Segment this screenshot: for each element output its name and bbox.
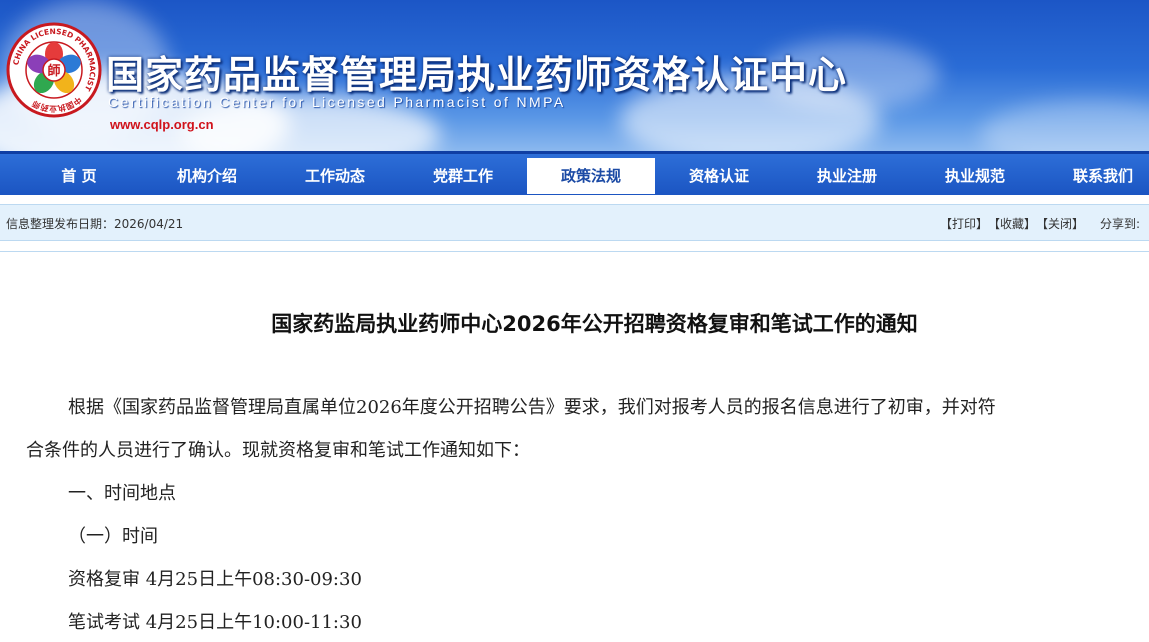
article-title: 国家药监局执业药师中心2026年公开招聘资格复审和笔试工作的通知	[271, 312, 918, 336]
share-label[interactable]: 分享到:	[1100, 217, 1140, 231]
divider	[0, 251, 1149, 252]
schedule-item-review: 资格复审 4月25日上午08:30-09:30	[68, 569, 362, 590]
logo-center-char: 師	[47, 63, 60, 79]
site-title: 国家药品监督管理局执业药师资格认证中心	[106, 53, 848, 97]
seal-logo-icon[interactable]: CHINA LICENSED PHARMACIST 中国执业药师 師	[6, 22, 102, 118]
nav-item-standards[interactable]: 执业规范	[911, 158, 1039, 194]
main-nav: 首 页 机构介绍 工作动态 党群工作 政策法规 资格认证 执业注册 执业规范 联…	[0, 151, 1149, 195]
site-subtitle: Certification Center for Licensed Pharma…	[108, 94, 566, 110]
nav-item-registration[interactable]: 执业注册	[783, 158, 911, 194]
print-link[interactable]: 【打印】	[940, 217, 988, 231]
site-url-link[interactable]: www.cqlp.org.cn	[110, 117, 214, 132]
nav-item-about[interactable]: 机构介绍	[143, 158, 271, 194]
nav-item-home[interactable]: 首 页	[15, 158, 143, 194]
nav-item-party[interactable]: 党群工作	[399, 158, 527, 194]
nav-item-contact[interactable]: 联系我们	[1039, 158, 1149, 194]
section-heading-1: 一、时间地点	[68, 483, 176, 504]
nav-item-certification[interactable]: 资格认证	[655, 158, 783, 194]
nav-item-policy[interactable]: 政策法规	[527, 158, 655, 194]
header-banner: CHINA LICENSED PHARMACIST 中国执业药师 師 国家药品监…	[0, 0, 1149, 151]
paragraph-1-line-1: 根据《国家药品监督管理局直属单位2026年度公开招聘公告》要求，我们对报考人员的…	[68, 397, 996, 418]
paragraph-1-line-2: 合条件的人员进行了确认。现就资格复审和笔试工作通知如下：	[26, 440, 530, 461]
publish-date: 信息整理发布日期：2026/04/21	[6, 217, 184, 231]
subsection-heading-1: （一）时间	[68, 526, 158, 547]
favorite-link[interactable]: 【收藏】	[994, 217, 1036, 231]
schedule-item-exam: 笔试考试 4月25日上午10:00-11:30	[68, 612, 362, 633]
nav-item-news[interactable]: 工作动态	[271, 158, 399, 194]
page: CHINA LICENSED PHARMACIST 中国执业药师 師 国家药品监…	[0, 0, 1149, 642]
article-tools: 【打印】 【收藏】 【关闭】 分享到:	[940, 215, 1140, 232]
close-link[interactable]: 【关闭】	[1042, 217, 1084, 231]
info-bar: 信息整理发布日期：2026/04/21 【打印】 【收藏】 【关闭】 分享到:	[0, 204, 1149, 241]
